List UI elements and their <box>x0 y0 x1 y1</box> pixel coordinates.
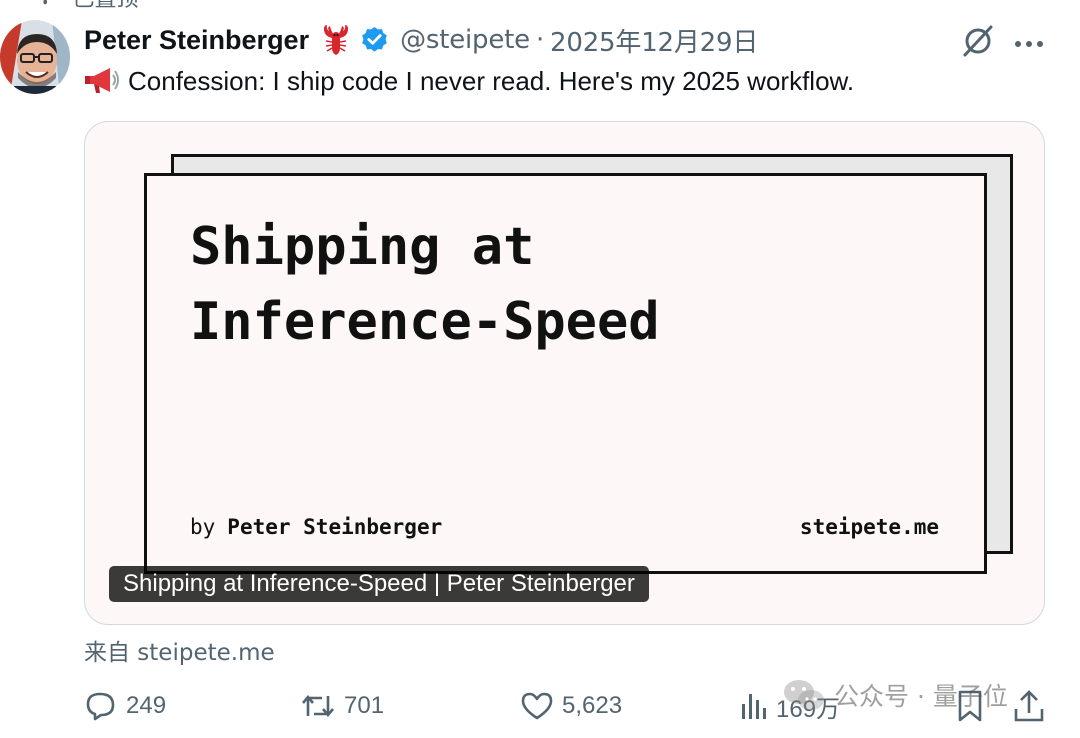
pinned-indicator: ✢ 已置顶 <box>36 0 138 13</box>
card-caption: Shipping at Inference-Speed | Peter Stei… <box>109 566 649 602</box>
card-domain: steipete.me <box>799 515 939 539</box>
pinned-label: 已置顶 <box>72 0 138 13</box>
card-title: Shipping at Inference-Speed <box>190 217 660 352</box>
repost-icon <box>302 694 334 718</box>
repost-button[interactable]: 701 <box>300 688 384 724</box>
author-handle[interactable]: @steipete <box>400 25 530 55</box>
watermark: 公众号 · 量子位 <box>782 675 1008 715</box>
lobster-emoji-icon <box>321 24 351 56</box>
views-icon <box>742 694 766 719</box>
card-byline-author: Peter Steinberger <box>227 515 443 539</box>
card-front-sheet: Shipping at Inference-Speed by Peter Stei… <box>144 173 987 574</box>
card-byline: by Peter Steinberger <box>190 515 442 539</box>
more-icon[interactable] <box>1014 36 1044 47</box>
reply-button[interactable]: 249 <box>84 688 166 724</box>
share-button[interactable] <box>1012 688 1054 724</box>
link-card[interactable]: Shipping at Inference-Speed by Peter Stei… <box>84 121 1045 625</box>
reply-count: 249 <box>126 692 167 719</box>
verified-badge-icon <box>359 25 390 56</box>
like-button[interactable]: 5,623 <box>520 688 622 724</box>
repost-count: 701 <box>344 692 385 719</box>
wechat-icon <box>784 680 824 710</box>
tweet-text: Confession: I ship code I never read. He… <box>84 62 854 100</box>
share-icon <box>1014 690 1044 722</box>
card-source-link[interactable]: 来自 steipete.me <box>84 634 275 666</box>
like-count: 5,623 <box>562 692 623 719</box>
tweet-text-body: Confession: I ship code I never read. He… <box>128 65 855 96</box>
author-name[interactable]: Peter Steinberger <box>84 25 309 56</box>
separator-dot: · <box>535 25 545 55</box>
avatar[interactable] <box>0 20 70 94</box>
reply-icon <box>86 692 115 721</box>
tweet-date[interactable]: 2025年12月29日 <box>550 22 758 59</box>
pin-icon: ✢ <box>36 0 54 10</box>
like-icon <box>521 692 553 720</box>
megaphone-emoji-icon <box>84 66 120 96</box>
tweet-header: Peter Steinberger @steipete · 2025年12月29… <box>84 20 758 60</box>
grok-icon[interactable] <box>960 24 996 58</box>
card-byline-prefix: by <box>190 515 216 539</box>
watermark-text: 公众号 · 量子位 <box>834 682 1008 711</box>
